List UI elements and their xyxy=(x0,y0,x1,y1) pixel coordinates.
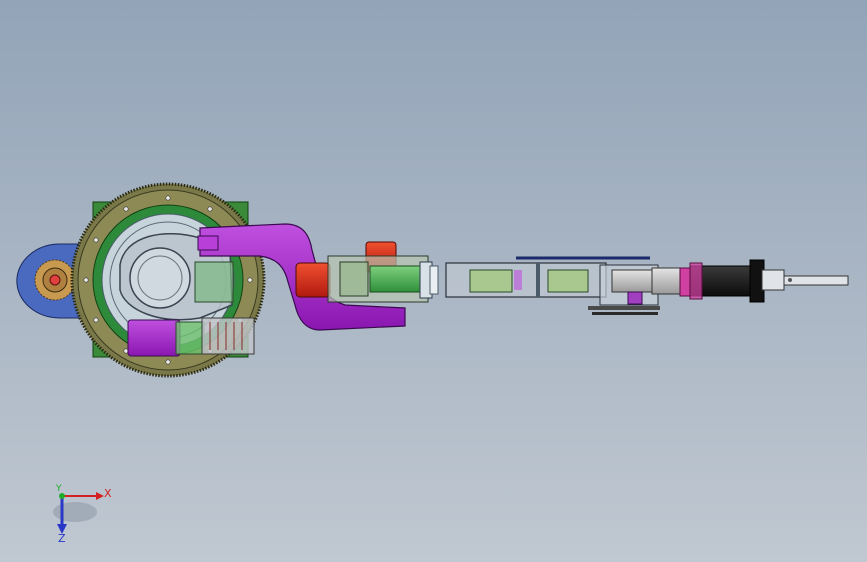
axis-triad xyxy=(53,492,104,534)
z-axis-label: Z xyxy=(58,532,66,545)
y-axis-label: Y xyxy=(56,484,62,494)
cad-viewport[interactable]: X Y Z xyxy=(0,0,867,562)
x-axis-label: X xyxy=(104,487,112,500)
